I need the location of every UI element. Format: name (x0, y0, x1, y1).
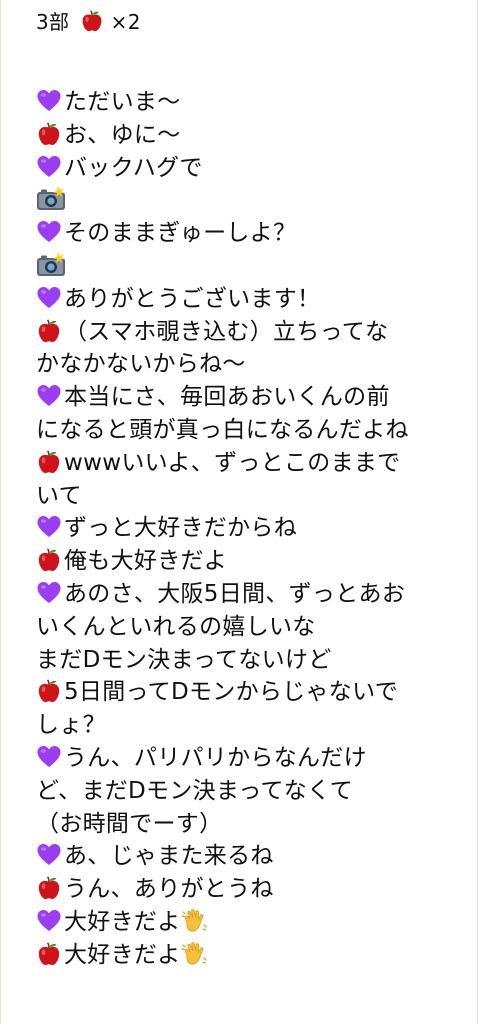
camera-flash-icon (36, 251, 66, 278)
message-text: まだDモン決まってないけど (36, 646, 332, 673)
message-lines: ただいま～ お、ゆに～ バックハグでそのままぎゅーしよ？ ありがとうございます！ （スマ… (36, 86, 470, 972)
message-text: うん、パリパリからなんだけ (64, 744, 367, 771)
message-line: ありがとうございます！ (36, 283, 470, 316)
message-line: いて (36, 480, 470, 513)
red-apple-icon (36, 875, 62, 901)
header-title: 3部 (36, 10, 70, 34)
header-line: 3部 ×2 (36, 6, 470, 38)
message-text: ありがとうございます！ (64, 285, 321, 312)
message-line (36, 184, 470, 217)
message-text: いくんといれるの嬉しいな (36, 613, 316, 640)
message-text: 本当にさ、毎回あおいくんの前 (64, 384, 390, 411)
red-apple-icon (36, 678, 62, 704)
message-line: しょ？ (36, 709, 470, 742)
message-text: 大好きだよ (64, 941, 181, 968)
page-border-left (0, 0, 1, 1024)
message-line (36, 250, 470, 283)
camera-flash-icon (36, 186, 66, 212)
message-text: いて (36, 482, 82, 509)
message-line: まだDモン決まってないけど (36, 644, 470, 677)
message-line: そのままぎゅーしよ？ (36, 217, 470, 250)
message-line: ただいま～ (36, 86, 470, 119)
waving-hand-icon (180, 908, 207, 934)
message-line: になると頭が真っ白になるんだよね (36, 414, 470, 447)
message-text: 俺も大好きだよ (64, 548, 228, 575)
red-apple-icon (36, 941, 62, 967)
message-line: あのさ、大阪5日間、ずっとあお (36, 578, 470, 611)
message-text: 5日間ってDモンからじゃないで (64, 679, 399, 706)
note-body: 3部 ×2 ただいま～ お、ゆに～ バックハグでそのままぎゅーしよ？ ありがとうござい… (36, 6, 470, 972)
message-line: 5日間ってDモンからじゃないで (36, 676, 470, 709)
message-line: 大好きだよ (36, 906, 470, 939)
message-line: （お時間でーす） (36, 808, 470, 841)
message-line: いくんといれるの嬉しいな (36, 611, 470, 644)
red-apple-icon (36, 547, 62, 573)
purple-heart-icon (36, 744, 62, 770)
purple-heart-icon (36, 514, 62, 540)
message-line: ずっと大好きだからね (36, 512, 470, 545)
message-text: ただいま～ (64, 89, 181, 115)
message-line: 大好きだよ (36, 939, 470, 972)
message-text: ずっと大好きだからね (64, 515, 297, 542)
message-text: になると頭が真っ白になるんだよね (36, 416, 409, 443)
message-text: あ、じゃまた来るね (64, 843, 274, 870)
message-line: かなかないからね～ (36, 348, 470, 381)
message-line: 俺も大好きだよ (36, 545, 470, 578)
purple-heart-icon (36, 908, 62, 934)
message-text: （スマホ覗き込む）立ちってな (64, 318, 389, 345)
header-count: ×2 (110, 10, 141, 34)
message-text: お、ゆに～ (64, 121, 181, 148)
message-line: うん、ありがとうね (36, 873, 470, 906)
message-text: そのままぎゅーしよ？ (64, 220, 297, 247)
purple-heart-icon (36, 285, 62, 311)
header-spacer (36, 38, 470, 86)
message-text: wwwいいよ、ずっとこのままで (64, 449, 401, 476)
purple-heart-icon (36, 383, 62, 409)
red-apple-icon (80, 9, 104, 33)
message-text: 大好きだよ (64, 908, 181, 935)
message-line: 本当にさ、毎回あおいくんの前 (36, 381, 470, 414)
message-text: あのさ、大阪5日間、ずっとあお (64, 580, 406, 607)
purple-heart-icon (36, 88, 62, 114)
message-line: ど、まだDモン決まってなくて (36, 775, 470, 808)
message-line: wwwいいよ、ずっとこのままで (36, 447, 470, 480)
message-text: うん、ありがとうね (64, 876, 274, 903)
purple-heart-icon (36, 842, 62, 868)
message-line: あ、じゃまた来るね (36, 840, 470, 873)
waving-hand-icon (180, 941, 207, 967)
message-text: しょ？ (36, 712, 106, 739)
purple-heart-icon (36, 154, 62, 180)
message-text: （お時間でーす） (36, 810, 223, 837)
red-apple-icon (36, 121, 62, 147)
message-line: うん、パリパリからなんだけ (36, 742, 470, 775)
purple-heart-icon (36, 580, 62, 606)
red-apple-icon (36, 449, 62, 475)
message-text: バックハグで (64, 154, 203, 181)
message-line: バックハグで (36, 152, 470, 185)
message-text: ど、まだDモン決まってなくて (36, 777, 354, 804)
message-text: かなかないからね～ (36, 351, 246, 378)
purple-heart-icon (36, 219, 62, 245)
message-line: お、ゆに～ (36, 119, 470, 152)
red-apple-icon (36, 318, 62, 344)
message-line: （スマホ覗き込む）立ちってな (36, 316, 470, 349)
